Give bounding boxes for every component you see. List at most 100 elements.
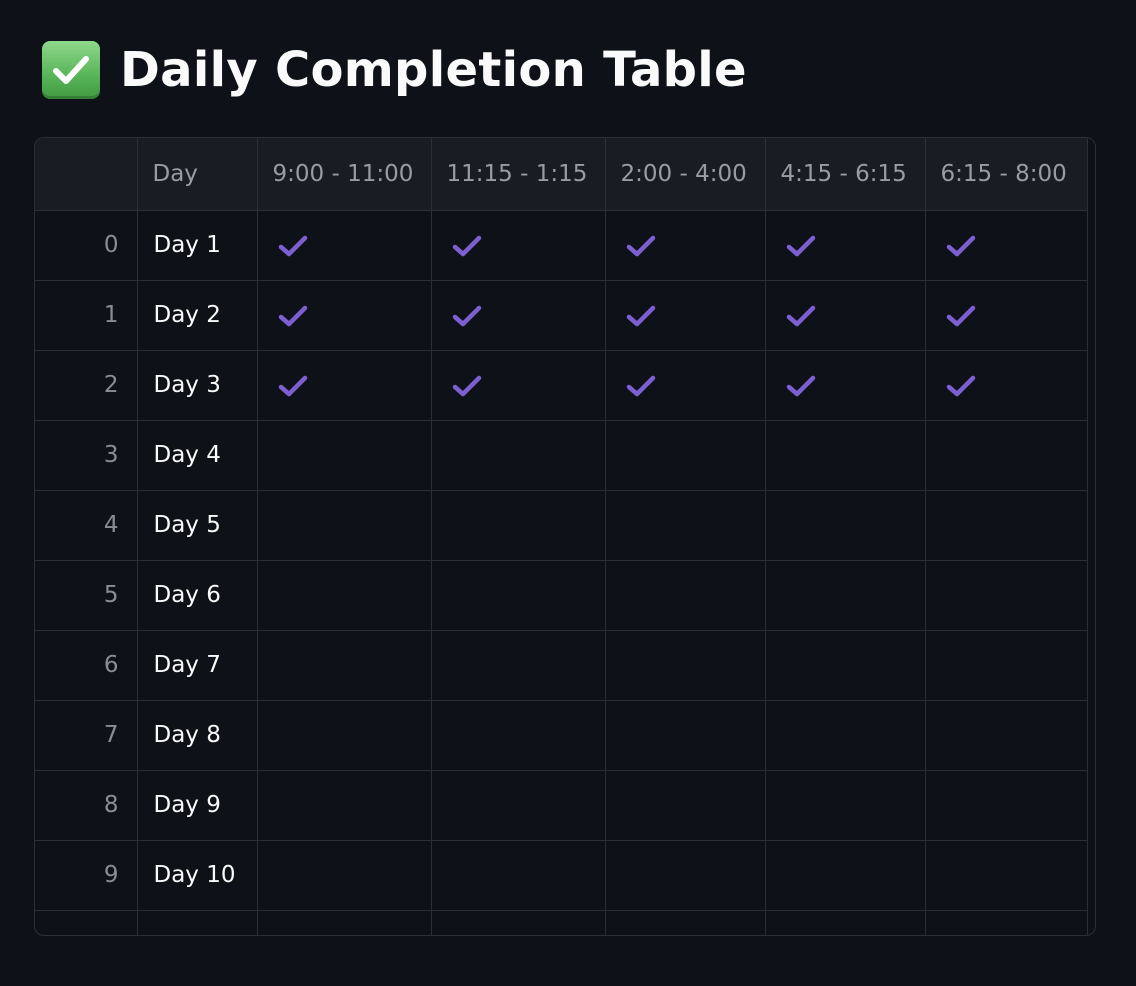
slot-cell[interactable]	[925, 350, 1088, 421]
slot-cell[interactable]	[765, 420, 926, 491]
day-cell[interactable]: Day 2	[137, 280, 258, 351]
day-cell[interactable]: Day 6	[137, 560, 258, 631]
empty-cell[interactable]	[431, 910, 606, 935]
column-header-slot-4[interactable]: 4:15 - 6:15	[765, 138, 926, 211]
slot-cell[interactable]	[257, 770, 432, 841]
slot-cell[interactable]	[765, 770, 926, 841]
slot-cell[interactable]	[765, 700, 926, 771]
slot-cell[interactable]	[431, 350, 606, 421]
page: Daily Completion Table Day 9:00 - 11:00 …	[0, 0, 1136, 986]
table-row: 7 Day 8	[35, 700, 1088, 771]
checkmark-icon	[786, 375, 815, 396]
slot-cell[interactable]	[605, 560, 766, 631]
slot-cell[interactable]	[765, 490, 926, 561]
column-header-index[interactable]	[35, 138, 138, 211]
empty-cell[interactable]	[605, 910, 766, 935]
row-index-cell[interactable]: 0	[35, 210, 138, 281]
checkmark-icon	[278, 375, 307, 396]
slot-cell[interactable]	[925, 630, 1088, 701]
empty-cell[interactable]	[925, 910, 1088, 935]
slot-cell[interactable]	[605, 210, 766, 281]
table-row: 9 Day 10	[35, 840, 1088, 911]
column-header-slot-1[interactable]: 9:00 - 11:00	[257, 138, 432, 211]
column-header-day[interactable]: Day	[137, 138, 258, 211]
row-index-cell[interactable]: 5	[35, 560, 138, 631]
checkmark-icon	[786, 305, 815, 326]
table-row: 1 Day 2	[35, 280, 1088, 351]
slot-cell[interactable]	[431, 210, 606, 281]
slot-cell[interactable]	[925, 210, 1088, 281]
slot-cell[interactable]	[765, 560, 926, 631]
slot-cell[interactable]	[431, 560, 606, 631]
slot-cell[interactable]	[765, 280, 926, 351]
slot-cell[interactable]	[257, 420, 432, 491]
slot-cell[interactable]	[605, 280, 766, 351]
row-index-cell[interactable]: 8	[35, 770, 138, 841]
slot-cell[interactable]	[765, 350, 926, 421]
slot-cell[interactable]	[257, 840, 432, 911]
slot-cell[interactable]	[257, 210, 432, 281]
row-index-cell[interactable]: 9	[35, 840, 138, 911]
slot-cell[interactable]	[431, 280, 606, 351]
slot-cell[interactable]	[765, 630, 926, 701]
table-body: 0 Day 1 1 Day 2 2 Day 3 3 Day 4 4 Day 5 5 Day 6 6 Day…	[35, 210, 1088, 935]
slot-cell[interactable]	[257, 490, 432, 561]
data-table[interactable]: Day 9:00 - 11:00 11:15 - 1:15 2:00 - 4:0…	[34, 137, 1096, 936]
table-row-partial	[35, 910, 1088, 935]
checkmark-icon	[278, 305, 307, 326]
slot-cell[interactable]	[431, 420, 606, 491]
slot-cell[interactable]	[257, 560, 432, 631]
slot-cell[interactable]	[605, 490, 766, 561]
day-cell[interactable]: Day 7	[137, 630, 258, 701]
slot-cell[interactable]	[257, 630, 432, 701]
page-title: Daily Completion Table	[42, 38, 747, 102]
empty-cell[interactable]	[35, 910, 138, 935]
slot-cell[interactable]	[431, 700, 606, 771]
table-row: 5 Day 6	[35, 560, 1088, 631]
empty-cell[interactable]	[137, 910, 258, 935]
slot-cell[interactable]	[925, 420, 1088, 491]
slot-cell[interactable]	[925, 770, 1088, 841]
checkmark-icon	[626, 305, 655, 326]
slot-cell[interactable]	[765, 840, 926, 911]
slot-cell[interactable]	[925, 280, 1088, 351]
slot-cell[interactable]	[605, 350, 766, 421]
slot-cell[interactable]	[431, 770, 606, 841]
empty-cell[interactable]	[257, 910, 432, 935]
column-header-slot-3[interactable]: 2:00 - 4:00	[605, 138, 766, 211]
day-cell[interactable]: Day 1	[137, 210, 258, 281]
day-cell[interactable]: Day 9	[137, 770, 258, 841]
slot-cell[interactable]	[605, 700, 766, 771]
row-index-cell[interactable]: 3	[35, 420, 138, 491]
slot-cell[interactable]	[605, 630, 766, 701]
day-cell[interactable]: Day 10	[137, 840, 258, 911]
slot-cell[interactable]	[925, 490, 1088, 561]
column-header-slot-2[interactable]: 11:15 - 1:15	[431, 138, 606, 211]
slot-cell[interactable]	[925, 700, 1088, 771]
slot-cell[interactable]	[765, 210, 926, 281]
row-index-cell[interactable]: 1	[35, 280, 138, 351]
empty-cell[interactable]	[765, 910, 926, 935]
day-cell[interactable]: Day 8	[137, 700, 258, 771]
day-cell[interactable]: Day 4	[137, 420, 258, 491]
slot-cell[interactable]	[257, 350, 432, 421]
slot-cell[interactable]	[605, 840, 766, 911]
checkmark-icon	[452, 305, 481, 326]
slot-cell[interactable]	[925, 840, 1088, 911]
row-index-cell[interactable]: 2	[35, 350, 138, 421]
slot-cell[interactable]	[925, 560, 1088, 631]
slot-cell[interactable]	[431, 490, 606, 561]
slot-cell[interactable]	[431, 630, 606, 701]
slot-cell[interactable]	[431, 840, 606, 911]
column-header-slot-5[interactable]: 6:15 - 8:00	[925, 138, 1088, 211]
table-row: 2 Day 3	[35, 350, 1088, 421]
slot-cell[interactable]	[605, 420, 766, 491]
row-index-cell[interactable]: 6	[35, 630, 138, 701]
slot-cell[interactable]	[257, 700, 432, 771]
slot-cell[interactable]	[257, 280, 432, 351]
slot-cell[interactable]	[605, 770, 766, 841]
row-index-cell[interactable]: 4	[35, 490, 138, 561]
day-cell[interactable]: Day 3	[137, 350, 258, 421]
day-cell[interactable]: Day 5	[137, 490, 258, 561]
row-index-cell[interactable]: 7	[35, 700, 138, 771]
